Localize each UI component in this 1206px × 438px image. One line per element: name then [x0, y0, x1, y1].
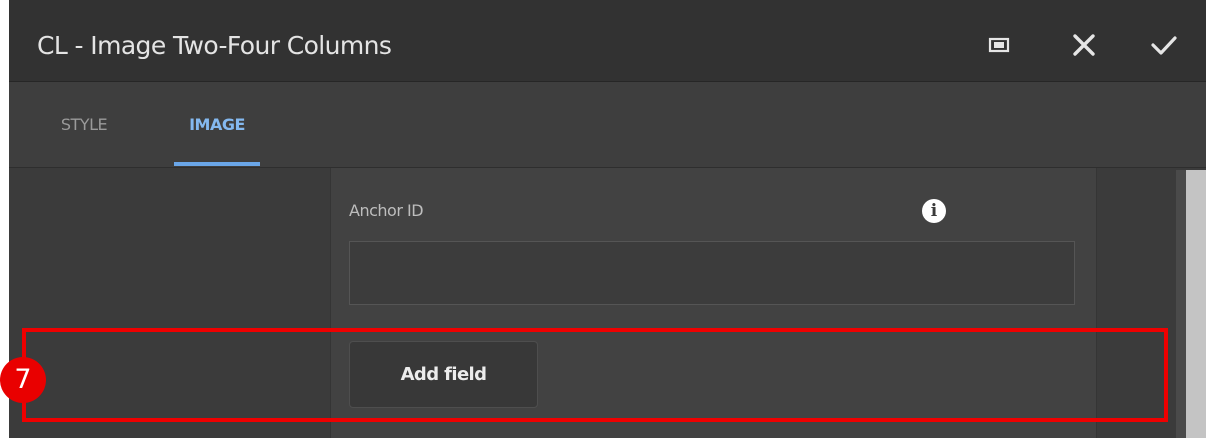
dialog-titlebar: CL - Image Two-Four Columns	[9, 0, 1206, 82]
dialog-content: Anchor ID i Add field	[9, 168, 1206, 438]
fullscreen-icon[interactable]	[979, 29, 1019, 61]
close-icon[interactable]	[1064, 29, 1104, 61]
active-tab-indicator	[174, 162, 260, 166]
anchor-id-input[interactable]	[349, 241, 1075, 305]
tab-image[interactable]: IMAGE	[173, 82, 261, 168]
anchor-id-label: Anchor ID	[349, 201, 424, 220]
step-number-badge: 7	[0, 357, 46, 403]
tab-bar: STYLE IMAGE	[9, 82, 1206, 168]
dialog: CL - Image Two-Four Columns STYLE IMAGE …	[9, 0, 1206, 438]
info-icon[interactable]: i	[922, 199, 946, 223]
info-icon-glyph: i	[930, 201, 938, 221]
confirm-check-icon[interactable]	[1144, 29, 1184, 61]
dialog-title: CL - Image Two-Four Columns	[37, 31, 392, 60]
tab-style[interactable]: STYLE	[47, 82, 121, 168]
scrollbar-thumb[interactable]	[1186, 170, 1206, 438]
add-field-button[interactable]: Add field	[349, 341, 538, 408]
